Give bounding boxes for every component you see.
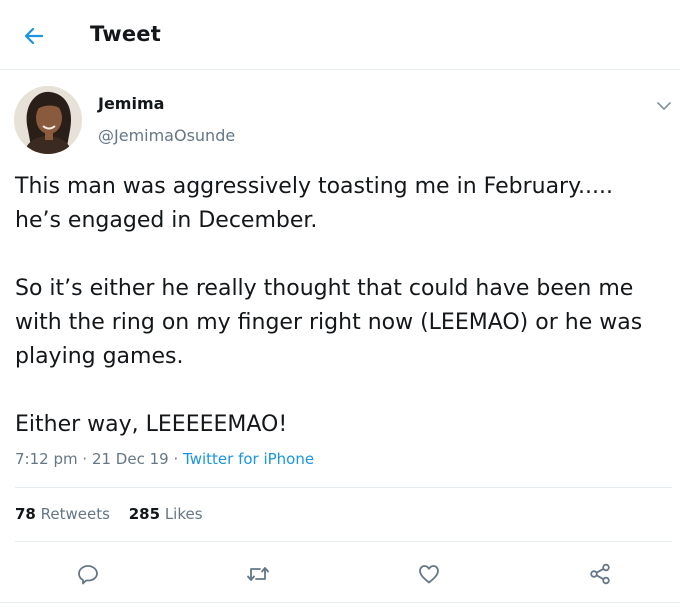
header-bar: Tweet — [0, 0, 680, 70]
meta-separator: · — [173, 450, 179, 468]
heart-icon — [419, 565, 439, 584]
retweets-stat[interactable]: 78 Retweets — [15, 505, 110, 523]
retweets-count: 78 — [15, 505, 36, 523]
back-button[interactable] — [16, 18, 52, 54]
tweet-stats: 78 Retweets 285 Likes — [15, 505, 217, 523]
retweet-icon — [247, 567, 269, 581]
tweet-date[interactable]: 21 Dec 19 — [92, 450, 169, 468]
divider — [15, 541, 672, 542]
author-name[interactable]: Jemima — [98, 94, 164, 113]
divider — [0, 602, 680, 603]
retweets-label: Retweets — [40, 505, 110, 523]
tweet-paragraph: This man was aggressively toasting me in… — [15, 174, 613, 233]
more-options-button[interactable] — [654, 96, 674, 116]
like-button[interactable] — [411, 556, 447, 592]
likes-count: 285 — [128, 505, 161, 523]
retweet-button[interactable] — [240, 556, 276, 592]
chevron-down-icon — [657, 102, 671, 110]
tweet-paragraph: Either way, LEEEEEMAO! — [15, 412, 288, 437]
share-button[interactable] — [582, 556, 618, 592]
divider — [15, 487, 672, 488]
arrow-left-icon — [24, 27, 44, 45]
author-handle[interactable]: @JemimaOsunde — [98, 126, 235, 145]
tweet-source-link[interactable]: Twitter for iPhone — [183, 450, 314, 468]
page-title: Tweet — [90, 22, 161, 46]
share-icon — [590, 563, 610, 585]
action-bar — [0, 556, 680, 592]
tweet-time[interactable]: 7:12 pm — [15, 450, 78, 468]
avatar-image — [14, 86, 82, 154]
tweet-meta: 7:12 pm · 21 Dec 19 · Twitter for iPhone — [15, 450, 314, 468]
avatar[interactable] — [14, 86, 82, 154]
likes-label: Likes — [164, 505, 203, 523]
reply-icon — [78, 565, 98, 585]
reply-button[interactable] — [70, 556, 106, 592]
tweet-paragraph: So it’s either he really thought that co… — [15, 276, 643, 369]
meta-separator: · — [82, 450, 88, 468]
likes-stat[interactable]: 285 Likes — [129, 505, 203, 523]
tweet-text: This man was aggressively toasting me in… — [15, 170, 665, 442]
